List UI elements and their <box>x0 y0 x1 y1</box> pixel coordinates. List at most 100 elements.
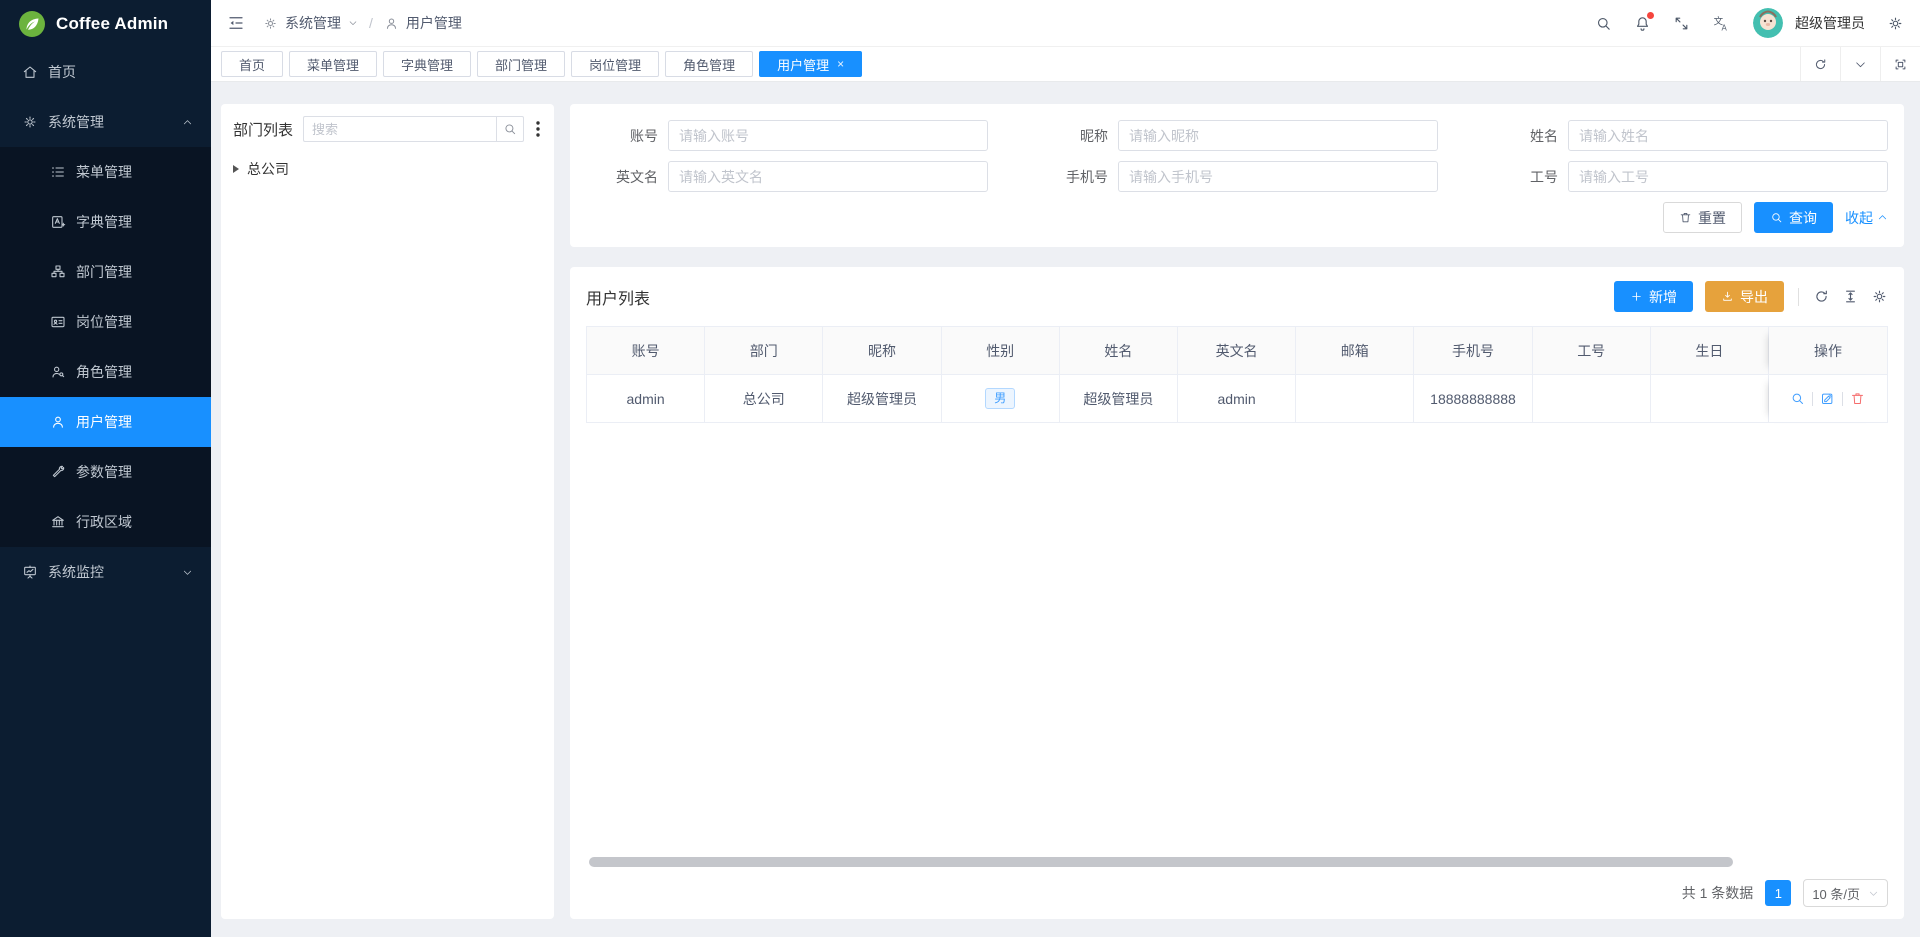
notification-bell[interactable] <box>1634 15 1651 32</box>
dictionary-icon <box>50 214 66 230</box>
dept-panel: 部门列表 总公司 <box>221 104 554 919</box>
english-name-input[interactable] <box>668 161 988 192</box>
tab-home[interactable]: 首页 <box>221 51 283 77</box>
tab-close-icon[interactable]: × <box>837 58 844 70</box>
cell-gender: 男 <box>942 375 1060 423</box>
sidebar-item-label: 参数管理 <box>76 462 193 482</box>
kebab-menu-icon[interactable] <box>534 121 542 137</box>
monitor-board-icon <box>22 564 38 580</box>
tab-menu-mgmt[interactable]: 菜单管理 <box>289 51 377 77</box>
tab-tools <box>1800 47 1920 81</box>
chevron-down-icon <box>348 18 358 28</box>
breadcrumb-level2: 用户管理 <box>406 13 462 33</box>
field-label: 工号 <box>1486 167 1558 187</box>
search-icon <box>1770 211 1783 224</box>
sidebar-item-system-monitor[interactable]: 系统监控 <box>0 547 211 597</box>
edit-icon[interactable] <box>1820 391 1835 406</box>
sidebar-item-label: 字典管理 <box>76 212 193 232</box>
dept-panel-title: 部门列表 <box>233 119 293 140</box>
leaf-icon <box>18 10 46 38</box>
menu-fold-icon[interactable] <box>227 14 245 32</box>
tab-post-mgmt[interactable]: 岗位管理 <box>571 51 659 77</box>
tab-role-mgmt[interactable]: 角色管理 <box>665 51 753 77</box>
sidebar-item-dict-mgmt[interactable]: 字典管理 <box>0 197 211 247</box>
brand-logo[interactable]: Coffee Admin <box>0 0 211 47</box>
settings-gear-icon[interactable] <box>1887 15 1904 32</box>
tab-dict-mgmt[interactable]: 字典管理 <box>383 51 471 77</box>
refresh-icon[interactable] <box>1813 288 1830 305</box>
user-avatar[interactable] <box>1753 8 1783 38</box>
account-input[interactable] <box>668 120 988 151</box>
reset-button[interactable]: 重置 <box>1663 202 1742 233</box>
column-settings-gear-icon[interactable] <box>1871 288 1888 305</box>
pagination: 共 1 条数据 1 10 条/页 <box>586 879 1888 907</box>
sidebar-item-menu-mgmt[interactable]: 菜单管理 <box>0 147 211 197</box>
add-user-button[interactable]: 新增 <box>1614 281 1693 312</box>
sidebar-item-label: 角色管理 <box>76 362 193 382</box>
sidebar-item-label: 行政区域 <box>76 512 193 532</box>
tree-caret-icon[interactable] <box>233 165 239 173</box>
field-label: 昵称 <box>1036 126 1108 146</box>
scrollbar-thumb[interactable] <box>589 857 1733 867</box>
tab-dept-mgmt[interactable]: 部门管理 <box>477 51 565 77</box>
breadcrumb-level1[interactable]: 系统管理 <box>285 13 341 33</box>
sidebar-item-dept-mgmt[interactable]: 部门管理 <box>0 247 211 297</box>
refresh-icon[interactable] <box>1800 47 1840 81</box>
horizontal-scrollbar <box>587 857 1887 867</box>
user-icon <box>50 414 66 430</box>
line-height-icon[interactable] <box>1842 288 1859 305</box>
sidebar-item-home[interactable]: 首页 <box>0 47 211 97</box>
user-icon <box>384 16 399 31</box>
search-icon[interactable] <box>1595 15 1612 32</box>
view-magnifier-icon[interactable] <box>1790 391 1805 406</box>
sidebar-item-system-mgmt[interactable]: 系统管理 <box>0 97 211 147</box>
trash-icon[interactable] <box>1850 391 1865 406</box>
sidebar-item-admin-region[interactable]: 行政区域 <box>0 497 211 547</box>
col-header-gender: 性别 <box>942 327 1060 375</box>
col-header-nickname: 昵称 <box>823 327 941 375</box>
translate-icon[interactable]: 文A <box>1712 14 1731 33</box>
table-header-row: 账号 部门 昵称 性别 姓名 英文名 邮箱 手机号 工号 生日 操作 <box>587 327 1887 375</box>
user-table-header: 用户列表 新增 导出 <box>586 281 1888 312</box>
collapse-link[interactable]: 收起 <box>1845 208 1888 228</box>
name-input[interactable] <box>1568 120 1888 151</box>
sidebar-item-user-mgmt[interactable]: 用户管理 <box>0 397 211 447</box>
sidebar: Coffee Admin 首页 系统管理 菜单管理 字典管理 <box>0 0 211 937</box>
fullscreen-icon[interactable] <box>1673 15 1690 32</box>
dept-tree-node-hq[interactable]: 总公司 <box>233 156 542 182</box>
col-header-birthday: 生日 <box>1651 327 1769 375</box>
sidebar-item-param-mgmt[interactable]: 参数管理 <box>0 447 211 497</box>
cell-account: admin <box>587 375 705 423</box>
cell-nickname: 超级管理员 <box>823 375 941 423</box>
page-size-select[interactable]: 10 条/页 <box>1803 879 1888 907</box>
current-user-name[interactable]: 超级管理员 <box>1795 13 1865 33</box>
brand-name: Coffee Admin <box>56 14 168 34</box>
sidebar-item-post-mgmt[interactable]: 岗位管理 <box>0 297 211 347</box>
dept-search-input[interactable] <box>303 116 496 142</box>
chevron-down-icon[interactable] <box>1840 47 1880 81</box>
col-header-english: 英文名 <box>1178 327 1296 375</box>
job-number-input[interactable] <box>1568 161 1888 192</box>
page-size-value: 10 条/页 <box>1812 884 1860 903</box>
action-divider <box>1842 392 1843 406</box>
tabs: 首页 菜单管理 字典管理 部门管理 岗位管理 角色管理 用户管理 × <box>221 51 1800 77</box>
tab-user-mgmt-active[interactable]: 用户管理 × <box>759 51 862 77</box>
search-filter-card: 账号 昵称 姓名 英文名 <box>570 104 1904 247</box>
maximize-icon[interactable] <box>1880 47 1920 81</box>
sidebar-submenu-system: 菜单管理 字典管理 部门管理 岗位管理 角色管理 <box>0 147 211 547</box>
table-empty-space <box>586 423 1888 857</box>
export-button[interactable]: 导出 <box>1705 281 1784 312</box>
page-button-1[interactable]: 1 <box>1765 880 1791 906</box>
dept-search-button[interactable] <box>496 116 524 142</box>
topbar: 系统管理 / 用户管理 文A <box>211 0 1920 47</box>
table-row[interactable]: admin 总公司 超级管理员 男 超级管理员 admin 1888888888… <box>587 375 1887 423</box>
svg-text:A: A <box>1722 23 1728 32</box>
filter-actions: 重置 查询 收起 <box>586 202 1888 237</box>
trash-icon <box>1679 211 1692 224</box>
row-actions <box>1790 391 1865 406</box>
sidebar-item-role-mgmt[interactable]: 角色管理 <box>0 347 211 397</box>
search-button[interactable]: 查询 <box>1754 202 1833 233</box>
user-table-card: 用户列表 新增 导出 <box>570 267 1904 919</box>
nickname-input[interactable] <box>1118 120 1438 151</box>
phone-input[interactable] <box>1118 161 1438 192</box>
